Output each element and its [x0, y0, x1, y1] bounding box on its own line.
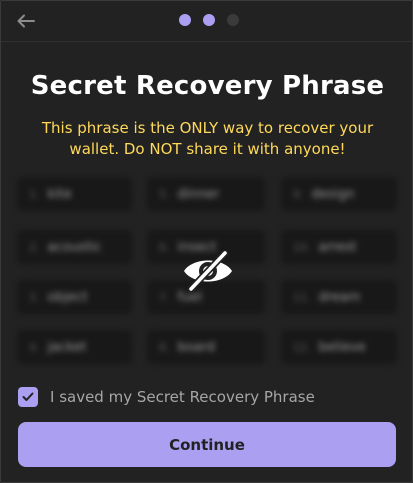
checkmark-icon	[22, 392, 34, 401]
phrase-word-cell: 10. arrest	[281, 230, 397, 264]
phrase-word: design	[311, 186, 355, 202]
phrase-word-cell: 2. acoustic	[17, 230, 132, 264]
phrase-word: dream	[318, 289, 361, 305]
step-indicator	[179, 14, 239, 26]
phrase-word: acoustic	[47, 239, 102, 255]
phrase-word-number: 3.	[29, 290, 40, 304]
saved-checkbox-label[interactable]: I saved my Secret Recovery Phrase	[50, 388, 315, 406]
step-dot	[203, 14, 215, 26]
page-title: Secret Recovery Phrase	[30, 71, 385, 101]
back-button[interactable]	[15, 10, 37, 32]
phrase-word: kite	[47, 186, 72, 202]
phrase-word-cell: 9. design	[281, 177, 397, 211]
onboarding-window: Secret Recovery Phrase This phrase is th…	[0, 0, 413, 483]
phrase-word-number: 12.	[293, 340, 311, 354]
warning-text: This phrase is the ONLY way to recover y…	[41, 119, 374, 158]
phrase-word: dinner	[177, 186, 220, 202]
phrase-word-number: 8.	[159, 340, 170, 354]
phrase-word: board	[177, 339, 216, 355]
phrase-word-cell: 3. object	[17, 280, 132, 314]
phrase-word: arrest	[318, 239, 357, 255]
phrase-word-number: 6.	[159, 240, 170, 254]
phrase-word: believe	[318, 339, 366, 355]
phrase-word-cell: 11. dream	[281, 280, 397, 314]
step-dot	[227, 14, 239, 26]
phrase-word-cell: 1. kite	[17, 177, 132, 211]
phrase-word-number: 7.	[159, 290, 170, 304]
phrase-word-number: 5.	[159, 187, 170, 201]
phrase-word-number: 10.	[293, 240, 311, 254]
saved-checkbox[interactable]	[18, 387, 38, 407]
top-bar	[1, 1, 412, 42]
phrase-word: object	[47, 289, 88, 305]
saved-confirmation: I saved my Secret Recovery Phrase	[18, 386, 315, 408]
phrase-word-number: 11.	[293, 290, 311, 304]
phrase-word-number: 4.	[29, 340, 40, 354]
arrow-left-icon	[17, 14, 35, 28]
continue-button[interactable]: Continue	[18, 422, 396, 467]
phrase-word-number: 9.	[293, 187, 304, 201]
phrase-word-number: 1.	[29, 187, 40, 201]
eye-off-icon[interactable]	[181, 250, 235, 292]
phrase-word: jacket	[47, 339, 87, 355]
phrase-word-number: 2.	[29, 240, 40, 254]
step-dot	[179, 14, 191, 26]
phrase-word-cell: 12. believe	[281, 330, 397, 364]
phrase-word-cell: 5. dinner	[147, 177, 265, 211]
phrase-word-cell: 8. board	[147, 330, 265, 364]
phrase-word-cell: 4. jacket	[17, 330, 132, 364]
